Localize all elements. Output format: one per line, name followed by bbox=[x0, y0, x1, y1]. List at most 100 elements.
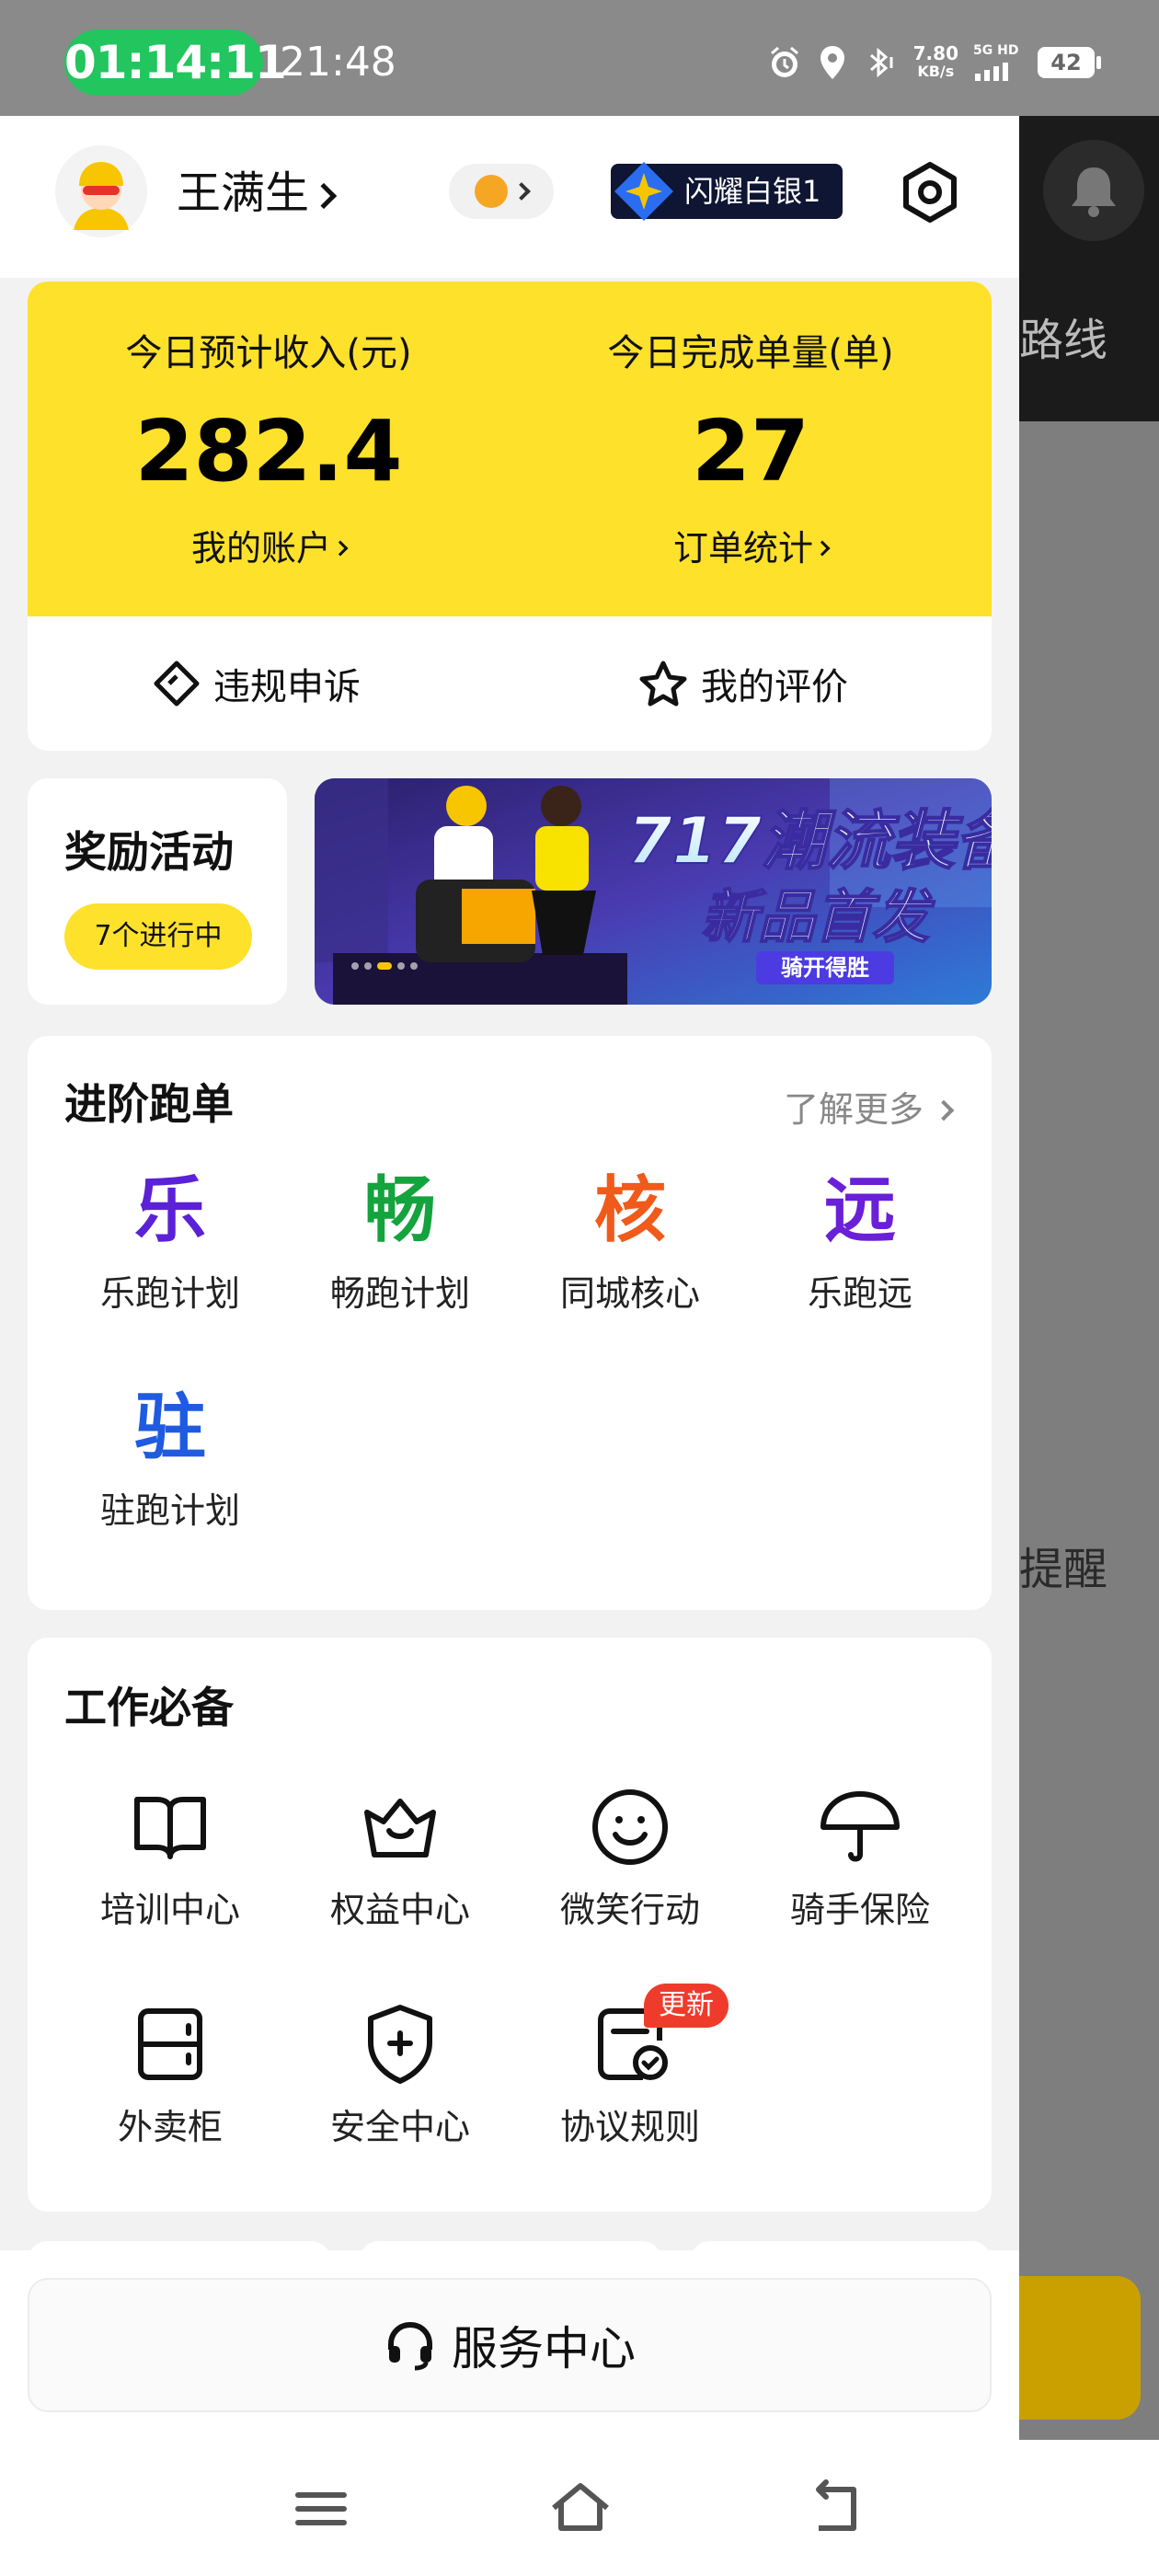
background-text-remind: 提醒 bbox=[1019, 1544, 1108, 1595]
banner-subheadline: 新品首发 bbox=[701, 883, 935, 950]
plan-label: 乐跑计划 bbox=[99, 1273, 240, 1314]
smile-action[interactable]: 微笑行动 bbox=[515, 1781, 745, 1938]
level-badge[interactable]: 闪耀白银1 bbox=[611, 162, 843, 221]
work-title: 工作必备 bbox=[64, 1683, 234, 1732]
coin-icon bbox=[475, 175, 508, 208]
home-icon[interactable] bbox=[548, 2477, 613, 2541]
background-header: 路线 bbox=[1019, 116, 1159, 421]
plan-label: 驻跑计划 bbox=[99, 1490, 240, 1531]
lepao-icon: 乐 bbox=[133, 1169, 206, 1252]
level-label: 闪耀白银1 bbox=[684, 174, 821, 209]
order-stats-link[interactable]: 订单统计 bbox=[510, 523, 992, 574]
chevron-right-icon bbox=[332, 540, 349, 556]
plan-city-core[interactable]: 核 同城核心 bbox=[515, 1165, 745, 1321]
settings-icon[interactable] bbox=[900, 162, 960, 223]
learn-more-link[interactable]: 了解更多 bbox=[784, 1082, 955, 1137]
battery-icon: 42 bbox=[1038, 47, 1101, 78]
chevron-right-icon bbox=[814, 540, 831, 556]
training-center[interactable]: 培训中心 bbox=[55, 1781, 285, 1938]
changpao-icon: 畅 bbox=[363, 1169, 436, 1252]
plan-zhupao[interactable]: 驻 驻跑计划 bbox=[55, 1382, 285, 1538]
plan-lepao[interactable]: 乐 乐跑计划 bbox=[55, 1165, 285, 1321]
plan-label: 畅跑计划 bbox=[329, 1273, 470, 1314]
benefits-center[interactable]: 权益中心 bbox=[285, 1781, 515, 1938]
profile-header: 王满生 闪耀白银1 bbox=[0, 116, 1019, 278]
smile-icon bbox=[592, 1789, 668, 1865]
agreement-rules[interactable]: 协议规则 更新 bbox=[515, 1984, 745, 2155]
banner-tagline: 骑开得胜 bbox=[781, 955, 869, 981]
star-icon bbox=[639, 661, 687, 707]
background-button bbox=[1019, 2276, 1141, 2420]
reward-title: 奖励活动 bbox=[64, 827, 234, 877]
service-label: 服务中心 bbox=[452, 2322, 636, 2375]
work-essentials-section: 工作必备 培训中心 权益中心 微笑行动 骑手保险 外卖柜 安全中心 协议规则 更… bbox=[28, 1638, 992, 2212]
net-speed: 7.80 KB/s bbox=[912, 42, 958, 80]
location-icon bbox=[820, 46, 844, 79]
rider-insurance[interactable]: 骑手保险 bbox=[745, 1781, 975, 1938]
plan-lepaoyuan[interactable]: 远 乐跑远 bbox=[745, 1165, 975, 1321]
orders-value: 27 bbox=[691, 402, 810, 500]
chevron-right-icon bbox=[310, 182, 338, 210]
background-text-route: 路线 bbox=[1019, 315, 1108, 366]
shield-icon bbox=[368, 2005, 432, 2084]
bell-icon bbox=[1043, 140, 1144, 241]
side-drawer: 王满生 闪耀白银1 今日预计收入(元) 282.4 我的账户 今日完成单量(单)… bbox=[0, 116, 1019, 2440]
advanced-title: 进阶跑单 bbox=[64, 1079, 234, 1129]
chevron-right-icon bbox=[933, 1099, 955, 1121]
service-bar: 服务中心 bbox=[0, 2250, 1019, 2440]
alarm-icon bbox=[770, 46, 798, 77]
item-label: 协议规则 bbox=[559, 2107, 700, 2147]
umbrella-icon bbox=[820, 1791, 900, 1862]
bluetooth-icon bbox=[869, 47, 893, 78]
earnings-card: 今日预计收入(元) 282.4 我的账户 今日完成单量(单) 27 订单统计 bbox=[28, 282, 992, 616]
avatar[interactable] bbox=[55, 145, 147, 237]
signal-icon: 5G HD bbox=[973, 44, 1023, 81]
appeal-button[interactable]: 违规申诉 bbox=[153, 653, 361, 714]
my-account-link[interactable]: 我的账户 bbox=[28, 523, 510, 574]
update-badge: 更新 bbox=[644, 1984, 729, 2028]
quick-actions: 违规申诉 我的评价 bbox=[28, 616, 992, 751]
banner-image: 717潮流装备 新品首发 骑开得胜 bbox=[315, 778, 992, 1005]
service-center-button[interactable]: 服务中心 bbox=[28, 2278, 992, 2412]
status-bar: 01:14:11 21:48 7.80 KB/s 5G HD 42 bbox=[0, 0, 1159, 116]
item-label: 培训中心 bbox=[99, 1890, 240, 1930]
item-label: 安全中心 bbox=[329, 2107, 470, 2147]
book-icon bbox=[134, 1797, 206, 1859]
system-icons: 7.80 KB/s 5G HD 42 bbox=[766, 37, 1101, 88]
item-label: 外卖柜 bbox=[117, 2107, 223, 2147]
clock: 21:48 bbox=[280, 39, 396, 86]
locker-icon bbox=[138, 2008, 202, 2080]
appeal-label: 违规申诉 bbox=[213, 666, 361, 708]
menu-icon[interactable] bbox=[289, 2477, 353, 2541]
zhupao-icon: 驻 bbox=[133, 1386, 206, 1469]
coin-button[interactable] bbox=[449, 164, 554, 219]
delivery-locker[interactable]: 外卖柜 bbox=[55, 1998, 285, 2155]
orders-label: 今日完成单量(单) bbox=[607, 332, 894, 374]
username[interactable]: 王满生 bbox=[177, 164, 338, 223]
banner-headline: 717潮流装备 bbox=[627, 803, 992, 879]
call-timer[interactable]: 01:14:11 bbox=[64, 29, 287, 96]
income-label: 今日预计收入(元) bbox=[125, 332, 412, 374]
lepaoyuan-icon: 远 bbox=[823, 1169, 896, 1252]
income-value: 282.4 bbox=[134, 402, 403, 500]
crown-icon bbox=[364, 1799, 436, 1857]
level-star-icon bbox=[614, 162, 673, 221]
advanced-section: 进阶跑单 了解更多 乐 乐跑计划 畅 畅跑计划 核 同城核心 远 乐跑远 驻 驻… bbox=[28, 1036, 992, 1610]
item-label: 骑手保险 bbox=[789, 1890, 930, 1930]
background-page[interactable]: 路线 提醒 bbox=[1019, 116, 1159, 2440]
plan-label: 同城核心 bbox=[559, 1273, 700, 1314]
city-core-icon: 核 bbox=[593, 1169, 666, 1252]
reward-card[interactable]: 奖励活动 7个进行中 bbox=[28, 778, 287, 1005]
reviews-label: 我的评价 bbox=[701, 666, 848, 708]
appeal-icon bbox=[154, 661, 200, 707]
plan-changpao[interactable]: 畅 畅跑计划 bbox=[285, 1165, 515, 1321]
my-reviews-button[interactable]: 我的评价 bbox=[638, 653, 848, 714]
promo-banner[interactable]: 717潮流装备 新品首发 骑开得胜 bbox=[315, 778, 992, 1005]
plan-label: 乐跑远 bbox=[807, 1273, 912, 1314]
reward-badge: 7个进行中 bbox=[64, 903, 252, 970]
safety-center[interactable]: 安全中心 bbox=[285, 1998, 515, 2155]
chevron-right-icon bbox=[512, 182, 531, 201]
item-label: 微笑行动 bbox=[559, 1890, 700, 1930]
back-icon[interactable] bbox=[806, 2477, 870, 2541]
headset-icon bbox=[388, 2321, 432, 2371]
